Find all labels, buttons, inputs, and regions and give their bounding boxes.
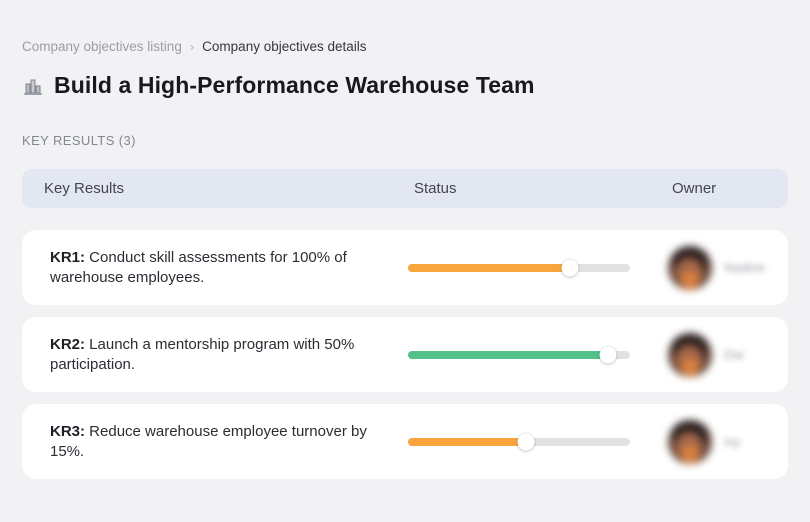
chevron-right-icon: › [189, 39, 195, 54]
page-title: Build a High-Performance Warehouse Team [54, 72, 535, 98]
breadcrumb: Company objectives listing › Company obj… [22, 38, 788, 55]
column-header-key-results: Key Results [44, 180, 125, 197]
kr-description: Launch a mentorship program with 50% par… [50, 335, 355, 373]
table-header: Key Results Status Owner [22, 169, 788, 208]
column-header-status: Status [414, 180, 457, 197]
kr-label: KR3: [50, 422, 90, 440]
owner-name: Ivy [724, 434, 741, 449]
progress-fill [408, 350, 608, 359]
owner-avatar [668, 419, 712, 464]
buildings-icon [22, 75, 44, 97]
owner-name: Nadine [724, 260, 766, 275]
key-result-text: KR3: Reduce warehouse employee turnover … [50, 422, 368, 462]
key-result-row-1[interactable]: KR1: Conduct skill assessments for 100% … [22, 230, 788, 305]
key-results-section-label: KEY RESULTS (3) [22, 133, 136, 148]
progress-fill [408, 263, 571, 272]
owner-avatar [668, 332, 712, 377]
column-header-owner: Owner [672, 180, 717, 197]
breadcrumb-current-page: Company objectives details [202, 38, 367, 54]
objective-details-page: Company objectives listing › Company obj… [0, 0, 810, 479]
progress-knob[interactable] [517, 433, 535, 450]
progress-slider[interactable] [408, 346, 630, 363]
owner-cell: Ivy [668, 419, 788, 464]
kr-description: Reduce warehouse employee turnover by 15… [50, 422, 367, 460]
progress-slider[interactable] [408, 433, 630, 450]
progress-knob[interactable] [561, 259, 579, 276]
key-result-row-2[interactable]: KR2: Launch a mentorship program with 50… [22, 317, 788, 392]
progress-knob[interactable] [599, 346, 617, 363]
kr-label: KR1: [50, 248, 90, 266]
key-result-row-3[interactable]: KR3: Reduce warehouse employee turnover … [22, 404, 788, 479]
key-results-list: KR1: Conduct skill assessments for 100% … [22, 230, 788, 479]
breadcrumb-listing-link[interactable]: Company objectives listing [22, 39, 182, 54]
progress-slider[interactable] [408, 259, 630, 276]
owner-cell: Dai [668, 332, 788, 377]
objective-title-row: Build a High-Performance Warehouse Team [22, 72, 788, 99]
owner-avatar [668, 245, 712, 290]
key-result-text: KR2: Launch a mentorship program with 50… [50, 335, 368, 375]
kr-label: KR2: [50, 335, 90, 353]
owner-name: Dai [724, 347, 744, 362]
owner-cell: Nadine [668, 245, 788, 290]
key-result-text: KR1: Conduct skill assessments for 100% … [50, 248, 368, 288]
kr-description: Conduct skill assessments for 100% of wa… [50, 248, 347, 286]
progress-fill [408, 437, 526, 446]
